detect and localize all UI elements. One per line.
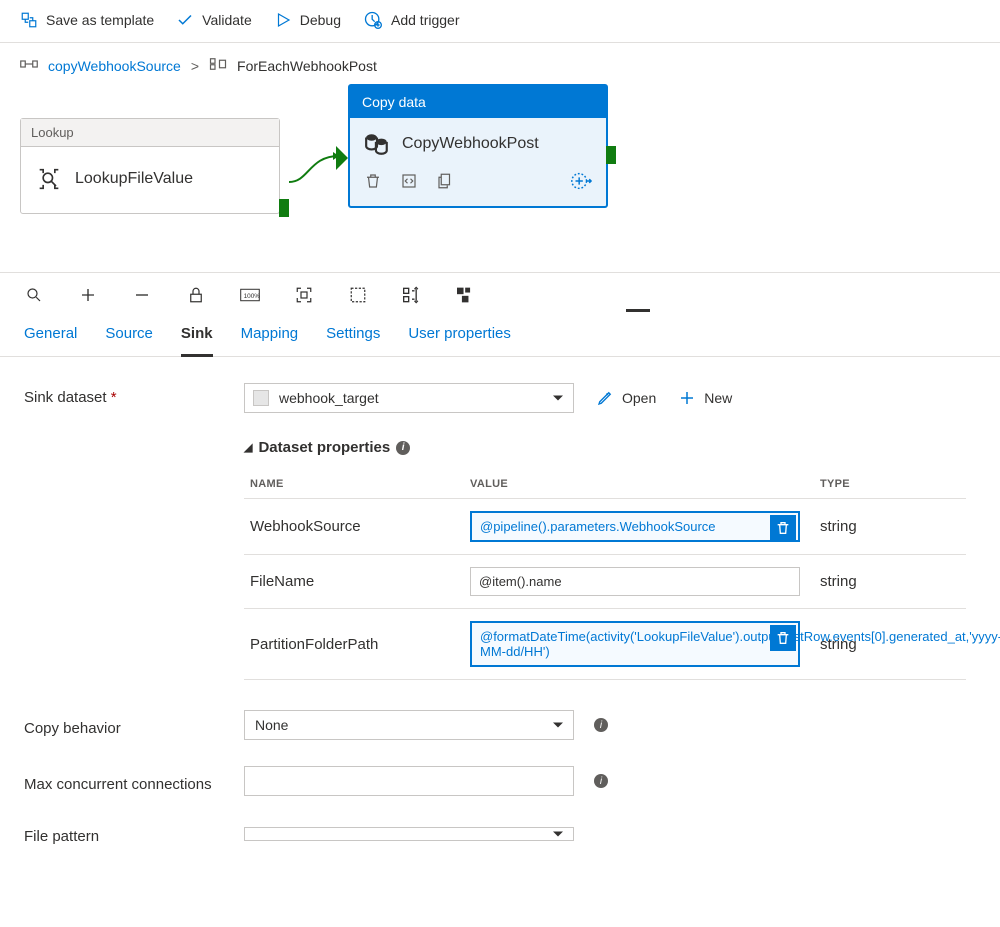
collapse-caret-icon[interactable]: ◢ — [244, 441, 252, 454]
designer-canvas[interactable]: Lookup LookupFileValue Copy data CopyWeb… — [20, 82, 980, 272]
param-type: string — [814, 555, 966, 609]
auto-align-icon[interactable] — [402, 285, 422, 305]
clear-expression-icon[interactable] — [770, 515, 796, 541]
copy-activity-node[interactable]: Copy data CopyWebhookPost — [348, 84, 608, 208]
save-as-template-button[interactable]: Save as template — [20, 11, 154, 29]
param-name: FileName — [244, 555, 464, 609]
add-output-icon[interactable] — [570, 170, 592, 192]
delete-icon[interactable] — [364, 172, 382, 190]
info-icon[interactable]: i — [594, 774, 608, 788]
tab-indicator-mark — [626, 309, 650, 312]
open-dataset-button[interactable]: Open — [596, 389, 656, 407]
table-row: FileName@item().name string — [244, 555, 966, 609]
layout-icon[interactable] — [456, 285, 476, 305]
tab-mapping[interactable]: Mapping — [241, 325, 299, 356]
breadcrumb-separator: > — [191, 58, 199, 74]
lookup-node-name: LookupFileValue — [75, 170, 193, 188]
tab-sink[interactable]: Sink — [181, 325, 213, 357]
pencil-icon — [596, 389, 614, 407]
param-value-input[interactable]: @item().name — [470, 567, 800, 596]
sink-form: Sink dataset * webhook_target Open New ◢… — [0, 357, 1000, 901]
col-header-value: VALUE — [464, 470, 814, 499]
dataset-icon — [253, 390, 269, 406]
param-value-input[interactable]: @formatDateTime(activity('LookupFileValu… — [470, 621, 800, 667]
code-icon[interactable] — [400, 172, 418, 190]
activity-tabs: General Source Sink Mapping Settings Use… — [0, 315, 1000, 357]
sink-dataset-select[interactable]: webhook_target — [244, 383, 574, 413]
tab-source[interactable]: Source — [105, 325, 153, 356]
breadcrumb-activity: ForEachWebhookPost — [237, 58, 377, 74]
play-icon — [274, 11, 292, 29]
tab-user-properties[interactable]: User properties — [408, 325, 511, 356]
max-concurrent-input[interactable] — [244, 766, 574, 796]
sink-dataset-value: webhook_target — [279, 390, 379, 406]
database-icon — [364, 132, 390, 156]
param-type: string — [814, 499, 966, 555]
fullscreen-icon[interactable] — [348, 285, 368, 305]
open-label: Open — [622, 390, 656, 406]
lookup-output-port[interactable] — [279, 199, 289, 217]
dataset-params-table: NAME VALUE TYPE WebhookSource@pipeline()… — [244, 470, 966, 680]
fit-screen-icon[interactable] — [294, 285, 314, 305]
table-row: PartitionFolderPath@formatDateTime(activ… — [244, 609, 966, 680]
sink-dataset-label: Sink dataset * — [24, 383, 224, 406]
param-name: WebhookSource — [244, 499, 464, 555]
check-icon — [176, 11, 194, 29]
param-value-input[interactable]: @pipeline().parameters.WebhookSource — [470, 511, 800, 542]
save-as-template-label: Save as template — [46, 12, 154, 28]
zoom-out-icon[interactable] — [132, 285, 152, 305]
copy-output-port[interactable] — [606, 146, 616, 164]
param-name: PartitionFolderPath — [244, 609, 464, 680]
breadcrumb-pipeline-link[interactable]: copyWebhookSource — [48, 58, 181, 74]
breadcrumb: copyWebhookSource > ForEachWebhookPost — [0, 43, 1000, 82]
info-icon[interactable]: i — [396, 441, 410, 455]
col-header-name: NAME — [244, 470, 464, 499]
top-toolbar: Save as template Validate Debug Add trig… — [0, 0, 1000, 43]
table-row: WebhookSource@pipeline().parameters.Webh… — [244, 499, 966, 555]
lock-icon[interactable] — [186, 285, 206, 305]
tab-general[interactable]: General — [24, 325, 77, 356]
file-pattern-select[interactable] — [244, 827, 574, 841]
validate-button[interactable]: Validate — [176, 11, 252, 29]
validate-label: Validate — [202, 12, 252, 28]
copy-behavior-value: None — [255, 717, 288, 733]
copy-node-name: CopyWebhookPost — [402, 135, 539, 153]
param-type: string — [814, 609, 966, 680]
lookup-node-header: Lookup — [21, 119, 279, 147]
lookup-activity-node[interactable]: Lookup LookupFileValue — [20, 118, 280, 214]
save-template-icon — [20, 11, 38, 29]
add-trigger-label: Add trigger — [391, 12, 459, 28]
new-dataset-button[interactable]: New — [678, 389, 732, 407]
clear-expression-icon[interactable] — [770, 625, 796, 651]
copy-icon[interactable] — [436, 172, 454, 190]
plus-icon — [678, 389, 696, 407]
copy-input-port[interactable] — [336, 146, 360, 170]
tab-settings[interactable]: Settings — [326, 325, 380, 356]
debug-label: Debug — [300, 12, 341, 28]
foreach-icon — [209, 57, 227, 74]
lookup-icon — [35, 165, 63, 193]
new-label: New — [704, 390, 732, 406]
search-icon[interactable] — [24, 285, 44, 305]
zoom-toolbar: 100% — [0, 272, 1000, 315]
copy-behavior-label: Copy behavior — [24, 714, 224, 737]
zoom-100-icon[interactable]: 100% — [240, 285, 260, 305]
pipeline-icon — [20, 57, 38, 74]
info-icon[interactable]: i — [594, 718, 608, 732]
svg-text:100%: 100% — [244, 293, 260, 300]
max-concurrent-label: Max concurrent connections — [24, 770, 224, 793]
file-pattern-label: File pattern — [24, 822, 224, 845]
debug-button[interactable]: Debug — [274, 11, 341, 29]
dataset-properties-section: ◢ Dataset properties i NAME VALUE TYPE W… — [244, 439, 966, 680]
copy-node-header: Copy data — [350, 86, 606, 118]
col-header-type: TYPE — [814, 470, 966, 499]
trigger-icon — [363, 10, 383, 30]
dataset-properties-title: Dataset properties — [258, 439, 390, 456]
copy-behavior-select[interactable]: None — [244, 710, 574, 740]
add-trigger-button[interactable]: Add trigger — [363, 10, 459, 30]
zoom-in-icon[interactable] — [78, 285, 98, 305]
